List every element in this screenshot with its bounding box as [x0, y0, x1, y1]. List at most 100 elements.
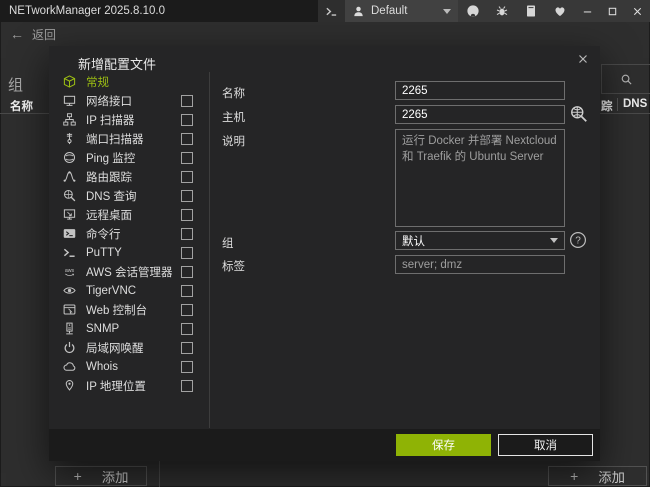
tags-field[interactable]	[395, 255, 565, 274]
groups-column-header: 名称	[10, 98, 33, 114]
docs-icon[interactable]	[516, 0, 545, 22]
ping-monitor-icon	[62, 151, 77, 164]
dialog-sidebar-item[interactable]: 网络接口	[62, 91, 193, 110]
table-header-divider	[596, 113, 650, 114]
github-icon[interactable]	[458, 0, 487, 22]
dialog-sidebar-item-label: AWS 会话管理器	[86, 264, 172, 280]
dialog-sidebar-checkbox[interactable]	[181, 133, 193, 145]
dialog-sidebar-checkbox[interactable]	[181, 380, 193, 392]
chevron-down-icon	[550, 238, 558, 243]
host-label: 主机	[222, 109, 245, 125]
dialog-sidebar-checkbox[interactable]	[181, 209, 193, 221]
console-icon[interactable]	[318, 0, 345, 22]
dialog-title: 新增配置文件	[78, 54, 156, 73]
back-toolbar: ← 返回	[0, 22, 650, 46]
table-header-separator	[617, 98, 618, 111]
dialog-sidebar-checkbox[interactable]	[181, 247, 193, 259]
dialog-sidebar-item[interactable]: IP 地理位置	[62, 376, 193, 395]
dialog-sidebar-item[interactable]: 命令行	[62, 224, 193, 243]
globe-search-icon[interactable]	[569, 104, 589, 124]
bug-icon[interactable]	[487, 0, 516, 22]
heart-icon[interactable]	[545, 0, 574, 22]
remote-desktop-icon	[62, 208, 77, 221]
dialog-divider	[209, 72, 210, 428]
powershell-icon	[62, 227, 77, 240]
dialog-sidebar-item[interactable]: 局域网唤醒	[62, 338, 193, 357]
back-button[interactable]: 返回	[32, 26, 56, 43]
dialog-sidebar-item-label: Ping 监控	[86, 150, 135, 166]
description-field[interactable]: 运行 Docker 并部署 Nextcloud 和 Traefik 的 Ubun…	[395, 129, 565, 227]
dialog-sidebar-checkbox[interactable]	[181, 342, 193, 354]
dialog-sidebar-item[interactable]: Whois	[62, 357, 193, 376]
web-console-icon	[62, 303, 77, 316]
cancel-button[interactable]: 取消	[498, 434, 593, 456]
group-dropdown[interactable]: 默认	[395, 231, 565, 250]
close-icon[interactable]	[625, 0, 650, 22]
dialog-sidebar-item[interactable]: IP 扫描器	[62, 110, 193, 129]
dialog-close-icon[interactable]	[577, 53, 591, 67]
dialog-sidebar-item[interactable]: DNS 查询	[62, 186, 193, 205]
dialog-sidebar-item[interactable]: TigerVNC	[62, 281, 193, 300]
plus-icon: +	[74, 468, 82, 484]
profile-label: Default	[371, 5, 407, 17]
dialog-sidebar-checkbox[interactable]	[181, 361, 193, 373]
dialog-sidebar-checkbox[interactable]	[181, 323, 193, 335]
dialog-sidebar-checkbox[interactable]	[181, 171, 193, 183]
dialog-sidebar-checkbox[interactable]	[181, 190, 193, 202]
dialog-sidebar-item[interactable]: 路由跟踪	[62, 167, 193, 186]
svg-text:aws: aws	[65, 268, 75, 274]
name-label: 名称	[222, 85, 245, 101]
table-header-dns: DNS	[623, 98, 647, 110]
dialog-sidebar-item-label: 局域网唤醒	[86, 340, 144, 356]
dialog-sidebar-item-label: DNS 查询	[86, 188, 136, 204]
dialog-sidebar-item-label: 远程桌面	[86, 207, 132, 223]
dialog-sidebar-item-label: 路由跟踪	[86, 169, 132, 185]
name-field[interactable]	[395, 81, 565, 100]
profile-selector[interactable]: Default	[345, 0, 458, 22]
dialog-sidebar-item[interactable]: PuTTY	[62, 243, 193, 262]
dialog-sidebar-item[interactable]: 远程桌面	[62, 205, 193, 224]
maximize-icon[interactable]	[600, 0, 625, 22]
dialog-sidebar-item[interactable]: 端口扫描器	[62, 129, 193, 148]
minimize-icon[interactable]	[575, 0, 600, 22]
dialog-sidebar-checkbox[interactable]	[181, 228, 193, 240]
dialog-sidebar-checkbox[interactable]	[181, 266, 193, 278]
svg-text:?: ?	[575, 236, 581, 247]
dialog-sidebar-item[interactable]: 常规	[62, 72, 193, 91]
traceroute-icon	[62, 170, 77, 183]
window-title: NETworkManager 2025.8.10.0	[9, 5, 165, 17]
arrow-left-icon[interactable]: ←	[10, 26, 24, 42]
dialog-sidebar-checkbox[interactable]	[181, 114, 193, 126]
plus-icon: +	[570, 468, 578, 484]
dialog-sidebar-item-label: Whois	[86, 361, 118, 373]
tags-label: 标签	[222, 258, 245, 274]
dialog-sidebar-checkbox[interactable]	[181, 95, 193, 107]
dialog-sidebar-item[interactable]: aws AWS 会话管理器	[62, 262, 193, 281]
chevron-down-icon	[443, 9, 451, 14]
dialog-sidebar-item[interactable]: Ping 监控	[62, 148, 193, 167]
search-icon	[620, 73, 633, 86]
profiles-search-box[interactable]	[601, 64, 650, 94]
person-icon	[352, 5, 365, 18]
group-selected-value: 默认	[402, 233, 425, 249]
table-header-partial: 踪	[601, 98, 613, 114]
dialog-sidebar-item[interactable]: SNMP	[62, 319, 193, 338]
dialog-sidebar-checkbox[interactable]	[181, 304, 193, 316]
add-profile-label: 添加	[598, 467, 625, 486]
titlebar: NETworkManager 2025.8.10.0 Default	[0, 0, 650, 22]
host-field[interactable]	[395, 105, 565, 124]
dialog-sidebar-item[interactable]: Web 控制台	[62, 300, 193, 319]
map-marker-icon	[62, 379, 77, 392]
dialog-sidebar-item-label: PuTTY	[86, 247, 122, 259]
save-button[interactable]: 保存	[396, 434, 491, 456]
dialog-sidebar-item-label: IP 扫描器	[86, 112, 134, 128]
groups-panel-title: 组	[8, 74, 23, 95]
dialog-sidebar-checkbox[interactable]	[181, 152, 193, 164]
dialog-sidebar-item-label: 网络接口	[86, 93, 132, 109]
terminal-icon	[62, 246, 77, 259]
add-group-button[interactable]: + 添加	[55, 466, 147, 486]
dialog-sidebar-checkbox[interactable]	[181, 285, 193, 297]
add-profile-button[interactable]: + 添加	[548, 466, 647, 486]
help-icon[interactable]: ?	[569, 231, 587, 249]
eye-icon	[62, 284, 77, 297]
